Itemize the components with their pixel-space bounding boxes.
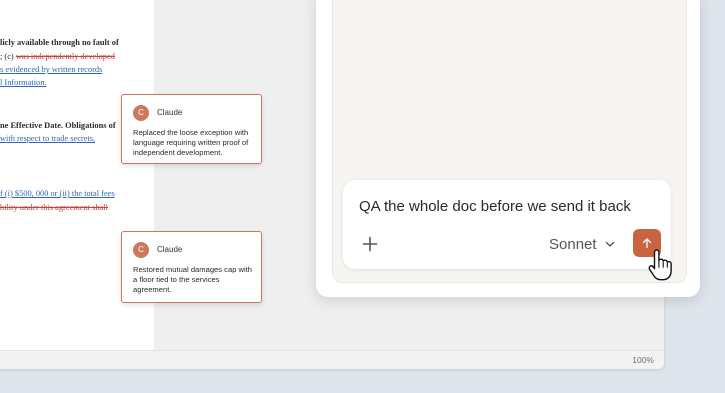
comment-author: Claude — [157, 108, 183, 117]
tracked-insertion: s evidenced by written records — [0, 65, 103, 74]
comment-author: Claude — [157, 245, 183, 254]
tracked-deletion: was independently developed — [15, 52, 115, 61]
doc-line: f (i) $500, 000 or (ii) the total fees — [0, 189, 115, 198]
avatar: C — [133, 242, 149, 258]
comment-card[interactable]: C Claude Restored mutual damages cap wit… — [121, 231, 262, 303]
tracked-insertion: with respect to trade secrets, — [0, 134, 96, 143]
doc-text: ; (c) — [0, 52, 16, 61]
hand-cursor-icon — [648, 249, 672, 281]
model-label: Sonnet — [549, 235, 597, 253]
claude-panel: QA the whole doc before we send it back … — [316, 0, 700, 297]
doc-line: licly available through no fault of — [0, 38, 119, 47]
model-selector[interactable]: Sonnet — [549, 233, 615, 255]
doc-line: ; (c) was independently developed — [0, 52, 115, 61]
status-bar: 100% — [0, 350, 664, 369]
screen: licly available through no fault of ; (c… — [0, 0, 725, 393]
doc-line: s evidenced by written records — [0, 65, 102, 74]
zoom-level[interactable]: 100% — [632, 355, 654, 365]
doc-text: ne Effective Date. Obligations of — [0, 121, 116, 130]
doc-line: with respect to trade secrets, — [0, 134, 95, 143]
doc-text: licly available through no fault of — [0, 38, 119, 47]
comment-card[interactable]: C Claude Replaced the loose exception wi… — [121, 94, 262, 164]
comment-body: Restored mutual damages cap with a floor… — [133, 265, 253, 294]
doc-line: ne Effective Date. Obligations of — [0, 121, 116, 130]
avatar: C — [133, 105, 149, 121]
plus-icon — [362, 236, 378, 252]
add-attachment-button[interactable] — [358, 232, 382, 256]
tracked-deletion: bility under this agreement shall — [0, 203, 108, 212]
chevron-down-icon — [605, 241, 614, 247]
tracked-insertion: l Information. — [0, 78, 47, 87]
prompt-composer[interactable]: QA the whole doc before we send it back … — [343, 180, 671, 269]
prompt-input[interactable]: QA the whole doc before we send it back — [359, 198, 631, 215]
comment-body: Replaced the loose exception with langua… — [133, 128, 249, 157]
doc-line: l Information. — [0, 78, 47, 87]
arrow-up-icon — [642, 238, 652, 249]
tracked-insertion: f (i) $500, 000 or (ii) the total fees — [0, 189, 115, 198]
doc-line: bility under this agreement shall — [0, 203, 108, 212]
